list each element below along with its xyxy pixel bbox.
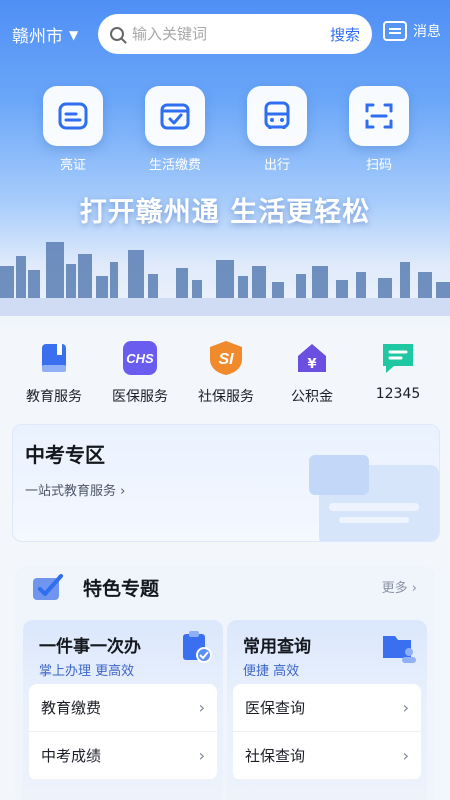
zhongkao-card[interactable]: 中考专区 一站式教育服务 › [12,424,440,542]
card-title: 常用查询 [243,637,311,657]
card-title: 一件事一次办 [39,637,141,657]
service-label: 教育服务 [26,389,82,405]
featured-section: 特色专题 更多 › 一件事一次办 掌上办理 更高效 教育缴费 › 中考成绩 › … [15,566,435,800]
service-social-security[interactable]: SI 社保服务 [181,340,271,406]
si-icon: SI [208,340,244,376]
card-common-query[interactable]: 常用查询 便捷 高效 医保查询 › 社保查询 › [227,620,427,800]
quick-action-travel[interactable]: 出行 [242,86,312,173]
chevron-right-icon: › [402,746,409,765]
service-education[interactable]: 教育服务 [9,340,99,406]
quick-action-label: 扫码 [365,158,392,173]
chevron-right-icon: › [411,581,417,596]
banner-slogan: 打开赣州通 生活更轻松 [79,197,371,228]
wallet-icon [145,86,205,146]
zhongkao-subtitle-text: 一站式教育服务 [25,484,117,499]
services-row: 教育服务 CHS 医保服务 SI 社保服务 ¥ 公积金 12345 [0,340,450,410]
message-label: 消息 [413,24,441,40]
message-button[interactable]: 消息 [383,21,441,41]
quick-action-scan[interactable]: 扫码 [344,86,414,173]
house-fund-icon: ¥ [294,340,330,376]
search-button[interactable]: 搜索 [330,24,360,45]
chevron-right-icon: › [402,698,409,717]
hotline-icon [380,340,416,376]
list-item-label: 教育缴费 [41,699,102,717]
top-bar: 赣州市 ▼ 搜索 消息 [0,12,450,56]
chs-badge-text: CHS [126,351,154,366]
chevron-right-icon: › [198,746,205,765]
zhongkao-subtitle[interactable]: 一站式教育服务 › [25,480,125,499]
list-item-label: 医保查询 [245,699,306,717]
featured-title: 特色专题 [83,578,160,600]
list-item[interactable]: 教育缴费 › [29,684,217,732]
card-icon [43,86,103,146]
zhongkao-title: 中考专区 [25,443,105,467]
service-label: 公积金 [291,389,333,405]
quick-actions: 亮证 生活缴费 出行 扫码 [0,86,450,176]
list-item[interactable]: 中考成绩 › [29,732,217,780]
si-badge-text: SI [218,351,234,368]
book-illustration [309,455,439,541]
quick-action-label: 生活缴费 [148,158,201,173]
scan-icon [349,86,409,146]
chevron-right-icon: › [120,484,126,499]
hero-banner: 赣州市 ▼ 搜索 消息 亮证 生活缴费 [0,0,450,330]
caret-down-icon: ▼ [69,27,79,42]
service-housing-fund[interactable]: ¥ 公积金 [267,340,357,406]
city-selector[interactable]: 赣州市 ▼ [12,22,78,47]
search-bar[interactable]: 搜索 [98,14,372,54]
service-hotline[interactable]: 12345 [353,340,443,402]
city-skyline-image [0,242,450,316]
quick-action-label: 出行 [263,158,290,173]
quick-action-liangzheng[interactable]: 亮证 [38,86,108,173]
chevron-right-icon: › [198,698,205,717]
quick-action-label: 亮证 [59,158,86,173]
card-list: 医保查询 › 社保查询 › [233,684,421,780]
service-label: 社保服务 [198,389,254,405]
featured-header: 特色专题 更多 › [15,566,435,606]
list-item-label: 中考成绩 [41,747,102,765]
list-item[interactable]: 医保查询 › [233,684,421,732]
featured-more-label: 更多 [381,581,408,596]
checklist-icon [33,574,63,600]
chs-icon: CHS [122,340,158,376]
service-medical-insurance[interactable]: CHS 医保服务 [95,340,185,406]
featured-more-link[interactable]: 更多 › [382,577,417,596]
folder-user-icon [383,636,416,663]
service-label: 医保服务 [112,389,168,405]
service-label: 12345 [375,386,421,402]
card-subtitle: 便捷 高效 [243,664,300,679]
book-icon [36,340,72,376]
list-item[interactable]: 社保查询 › [233,732,421,780]
card-subtitle: 掌上办理 更高效 [39,664,135,679]
quick-action-payment[interactable]: 生活缴费 [140,86,210,173]
bus-icon [247,86,307,146]
search-input[interactable] [132,25,330,43]
list-item-label: 社保查询 [245,747,306,765]
clipboard-check-icon [183,631,212,663]
svg-text:¥: ¥ [307,357,316,372]
city-label: 赣州市 [12,27,63,47]
message-icon [383,21,407,41]
card-one-stop[interactable]: 一件事一次办 掌上办理 更高效 教育缴费 › 中考成绩 › [23,620,223,800]
card-list: 教育缴费 › 中考成绩 › [29,684,217,780]
search-icon [110,27,124,41]
